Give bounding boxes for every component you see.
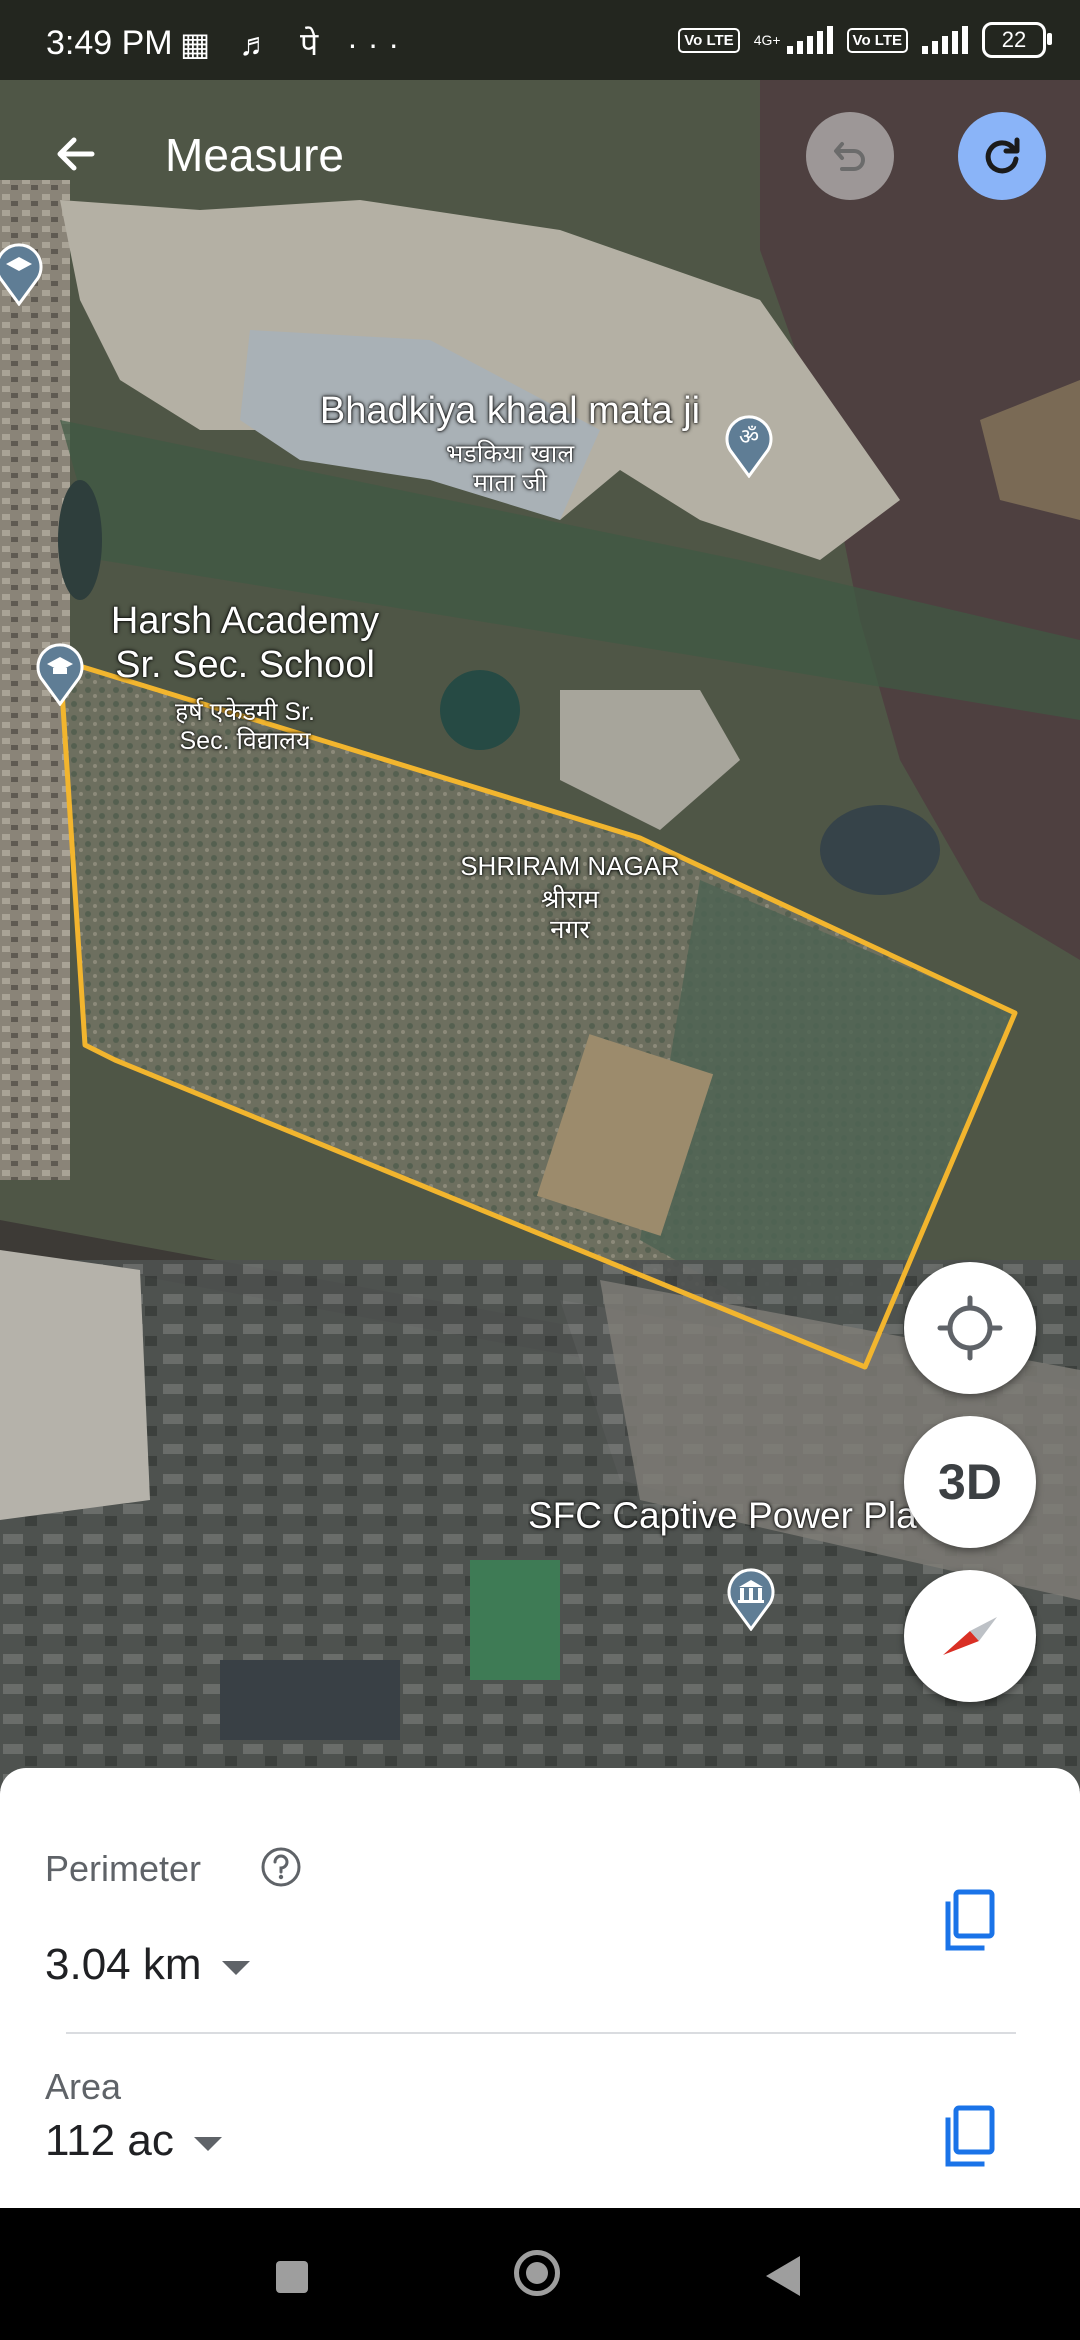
dropdown-caret-icon xyxy=(221,1961,250,1975)
my-location-icon xyxy=(937,1295,1003,1361)
perimeter-value-selector[interactable]: 3.04 km xyxy=(45,1940,250,1990)
area-value-selector[interactable]: 112 ac xyxy=(45,2116,222,2166)
perimeter-label: Perimeter xyxy=(45,1848,202,1889)
svg-text:ॐ: ॐ xyxy=(739,425,759,450)
school-pin-icon[interactable] xyxy=(0,240,46,306)
temple-label-hindi: भडकिया खाल माता जी xyxy=(445,440,575,497)
signal-icon xyxy=(922,26,968,54)
compass-button[interactable] xyxy=(904,1570,1036,1702)
compass-icon xyxy=(943,1617,997,1655)
signal-icon xyxy=(786,26,833,54)
school-pin-icon[interactable] xyxy=(33,640,87,706)
home-button[interactable] xyxy=(514,2250,560,2296)
divider xyxy=(66,2032,1016,2034)
volte-badge: Vo LTE xyxy=(846,27,908,53)
school-label: Harsh Academy Sr. Sec. School xyxy=(110,600,380,686)
help-icon[interactable] xyxy=(260,1846,302,1888)
battery-icon: 22 xyxy=(982,22,1052,58)
notification-icons: ▦ ♬ पे ··· xyxy=(180,26,410,62)
area-value: 112 ac xyxy=(45,2116,174,2165)
status-bar: 3:49 PM ▦ ♬ पे ··· Vo LTE 4G+ Vo LTE 22 xyxy=(0,0,1080,80)
recents-button[interactable] xyxy=(276,2261,308,2293)
school-label-hindi: हर्ष एकेडमी Sr. Sec. विद्यालय xyxy=(174,698,315,755)
system-back-button[interactable] xyxy=(766,2256,800,2296)
clock: 3:49 PM xyxy=(46,24,173,62)
temple-pin-icon[interactable]: ॐ xyxy=(722,412,776,478)
measurement-sheet: Perimeter 3.04 km Area 112 ac xyxy=(0,1768,1080,2208)
temple-label: Bhadkiya khaal mata ji xyxy=(319,390,701,432)
perimeter-value: 3.04 km xyxy=(45,1940,202,1989)
power-plant-label: SFC Captive Power Pla xyxy=(528,1495,917,1536)
copy-area-button[interactable] xyxy=(940,2102,1000,2172)
app-bar: Measure xyxy=(0,90,1080,220)
undo-button[interactable] xyxy=(806,112,894,200)
network-type: 4G+ xyxy=(753,32,781,48)
area-label: Area xyxy=(45,2066,122,2107)
redo-icon xyxy=(985,137,1020,174)
dropdown-caret-icon xyxy=(193,2137,222,2151)
redo-button[interactable] xyxy=(958,112,1046,200)
3d-label: 3D xyxy=(938,1454,1002,1510)
volte-badge: Vo LTE xyxy=(678,27,740,53)
area-label-hindi: श्रीराम नगर xyxy=(540,884,600,944)
page-title: Measure xyxy=(165,129,344,181)
3d-toggle-button[interactable]: 3D xyxy=(904,1416,1036,1548)
system-nav-bar xyxy=(0,2208,1080,2340)
copy-perimeter-button[interactable] xyxy=(940,1886,1000,1956)
arrow-left-icon xyxy=(57,137,95,171)
my-location-button[interactable] xyxy=(904,1262,1036,1394)
back-button[interactable] xyxy=(40,118,112,190)
undo-icon xyxy=(834,142,865,171)
building-pin-icon[interactable] xyxy=(724,1565,778,1631)
area-label: SHRIRAM NAGAR xyxy=(460,851,680,881)
